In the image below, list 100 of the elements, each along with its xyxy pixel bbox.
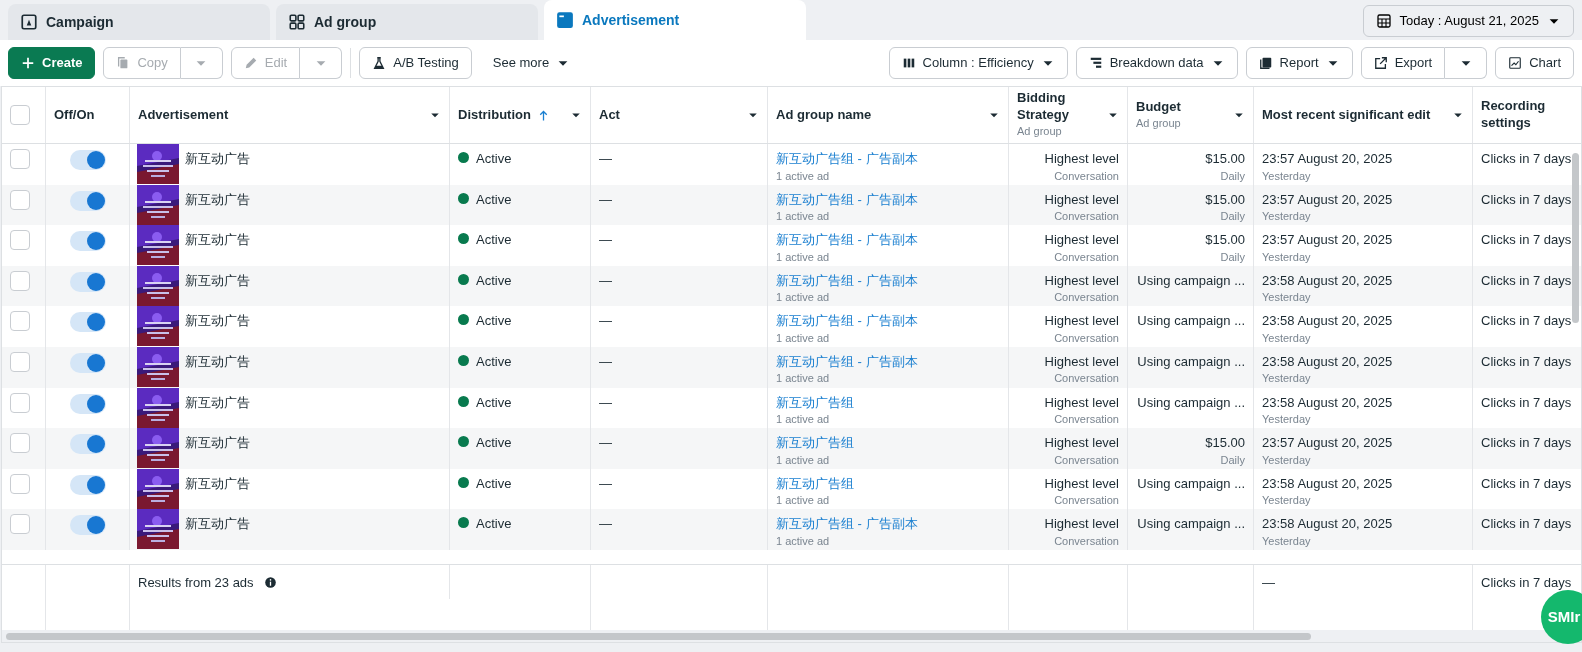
status-dot [458,436,469,448]
dropdown-button[interactable] [1445,47,1488,79]
ad-group-link[interactable]: 新互动广告组 - 广告副本 [776,230,1000,250]
checkbox[interactable] [10,189,30,210]
checkbox[interactable] [10,230,30,251]
ad-group-link[interactable]: 新互动广告组 [776,392,1000,413]
table-cell-text: 23:58 August 20, 2025 [1262,393,1394,412]
status-text: Active [476,352,512,371]
ad-name[interactable]: 新互动广告 [185,392,250,423]
checkbox[interactable] [10,433,30,454]
checkbox[interactable] [10,514,30,535]
ad-group-link[interactable]: 新互动广告组 - 广告副本 [776,149,1000,169]
cell-subtitle: Yesterday [1262,493,1312,509]
cell-subtitle: Daily [1219,249,1245,265]
toggle-switch[interactable] [69,231,106,252]
ad-group-link[interactable]: 新互动广告组 - 广告副本 [776,311,1000,331]
column-header[interactable]: Bidding Strategy [1017,90,1101,125]
cell-subtitle: Yesterday [1262,452,1312,468]
toggle-switch[interactable] [69,393,106,414]
ad-name[interactable]: 新互动广告 [185,433,250,463]
cell-subtitle: 1 active ad [776,493,831,509]
toggle-switch[interactable] [69,271,106,292]
cell-subtitle: Conversation [1053,452,1119,468]
ad-name[interactable]: 新互动广告 [185,270,250,301]
column-header[interactable]: Distribution [458,106,531,124]
ad-name[interactable]: 新互动广告 [185,189,250,220]
ad-group-link[interactable]: 新互动广告组 - 广告副本 [776,514,1000,534]
ad-group-link[interactable]: 新互动广告组 - 广告副本 [776,270,1000,291]
toggle-switch[interactable] [69,515,106,536]
table-cell-text: $15.00 [1204,150,1245,168]
toolbar-button[interactable]: Report [1245,47,1353,79]
toolbar-button[interactable]: Column : Efficiency [888,47,1068,79]
status-text: Active [476,515,512,534]
table-cell: Clicks in 7 days [1481,232,1572,248]
table-cell-text: 23:58 August 20, 2025 [1262,515,1394,534]
toggle-switch[interactable] [69,312,106,333]
grid-icon [288,13,306,31]
toggle-switch[interactable] [69,150,106,170]
toolbar-button[interactable]: Export [1360,47,1446,79]
checkbox[interactable] [10,473,30,494]
cell-subtitle: Conversation [1053,290,1119,306]
toolbar-button[interactable]: Create [8,47,96,79]
checkbox[interactable] [10,270,30,291]
ad-name[interactable]: 新互动广告 [185,149,250,179]
column-header[interactable]: Recording settings [1481,98,1580,132]
cell-subtitle: 1 active ad [776,412,831,428]
table-cell: — [1262,575,1275,590]
status-text: Active [476,150,512,168]
tab[interactable]: Ad group [276,4,538,40]
ad-name[interactable]: 新互动广告 [185,230,250,260]
scrollbar[interactable] [1572,153,1579,323]
toolbar-button[interactable]: Chart [1495,47,1574,79]
tab[interactable]: Campaign [8,4,270,40]
column-header[interactable]: Most recent significant edit [1262,106,1431,124]
dropdown-button[interactable] [180,47,223,79]
cell-subtitle: Conversation [1053,533,1119,549]
checkbox[interactable] [10,392,30,413]
column-header[interactable]: Ad group name [776,106,872,124]
status-text: Active [476,393,512,412]
list-icon [1088,56,1103,70]
toggle-switch[interactable] [69,190,106,211]
cell-subtitle: Yesterday [1262,533,1312,549]
cell-subtitle: Conversation [1053,249,1119,265]
table-cell-text: $15.00 [1204,434,1245,453]
date-range-button[interactable]: Today : August 21, 2025 [1362,5,1574,37]
ad-name[interactable]: 新互动广告 [185,514,250,544]
status-dot [458,314,469,326]
table-cell: — [599,191,612,207]
checkbox[interactable] [10,105,30,125]
results-summary: Results from 23 ads [138,574,254,592]
table-cell-text: Highest level [1043,271,1119,290]
info-icon [263,576,277,590]
cell-subtitle: Yesterday [1262,290,1312,306]
column-header[interactable]: Budget [1136,98,1181,116]
toggle-switch[interactable] [69,474,106,495]
column-subtitle: Ad group [1017,124,1063,140]
ad-name[interactable]: 新互动广告 [185,473,250,504]
ad-group-link[interactable]: 新互动广告组 [776,473,1000,494]
dropdown-button[interactable] [300,47,343,79]
ad-name[interactable]: 新互动广告 [185,351,250,382]
table-cell-text: Using campaign ... [1136,393,1245,412]
tab[interactable]: Advertisement [544,0,806,40]
table-cell-text: $15.00 [1204,231,1245,250]
toolbar-button[interactable]: Breakdown data [1075,47,1238,79]
ad-group-link[interactable]: 新互动广告组 - 广告副本 [776,189,1000,210]
checkbox[interactable] [10,351,30,372]
ad-group-link[interactable]: 新互动广告组 [776,433,1000,453]
toolbar-button[interactable]: A/B Testing [359,47,472,79]
scrollbar[interactable] [6,633,1311,640]
ad-group-link[interactable]: 新互动广告组 - 广告副本 [776,351,1000,372]
toggle-switch[interactable] [69,352,106,373]
column-header[interactable]: Act [599,106,620,124]
column-header[interactable]: Advertisement [138,106,229,124]
chart-icon [1508,56,1523,70]
toggle-switch[interactable] [69,434,106,455]
ad-name[interactable]: 新互动广告 [185,311,250,341]
checkbox[interactable] [10,149,30,169]
cell-subtitle: Conversation [1053,168,1119,184]
checkbox[interactable] [10,311,30,332]
column-header[interactable]: Off/On [54,106,95,124]
